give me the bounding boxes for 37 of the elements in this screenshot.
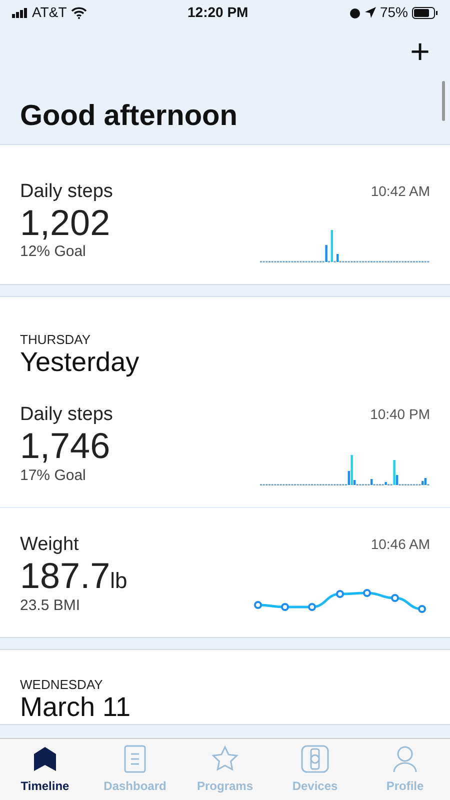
document-icon [124, 745, 146, 773]
entry-title: Weight [20, 534, 80, 558]
entry-subtext: 23.5 BMI [20, 596, 82, 616]
weekday-label: THURSDAY [19, 330, 92, 346]
wifi-icon [70, 6, 87, 18]
status-time: 12:20 PM [188, 3, 248, 22]
entry-time: 10:42 AM [370, 182, 430, 201]
tab-button[interactable]: Dashboard [90, 739, 180, 800]
metric-value: 187.7 [20, 555, 110, 596]
star-icon [211, 745, 239, 773]
battery-percent: 75% [380, 3, 408, 22]
tab-button[interactable]: Timeline [0, 739, 90, 800]
entry-time: 10:46 AM [370, 535, 430, 554]
greeting: Good afternoon [20, 99, 238, 134]
entry-time: 10:40 PM [370, 405, 430, 424]
add-button[interactable]: + [410, 35, 430, 69]
tab-button[interactable]: Profile [360, 739, 450, 800]
unit-label: lb [110, 568, 128, 594]
entry-title: Daily steps [20, 180, 113, 204]
scroll-indicator [442, 81, 445, 121]
entry-value: 1,202 [20, 204, 112, 242]
entry-subtext: 17% Goal [20, 466, 87, 486]
signal-icon [12, 8, 28, 18]
battery-icon [412, 6, 438, 18]
tab-button[interactable]: Devices [270, 739, 360, 800]
weekday-label: WEDNESDAY [19, 676, 104, 692]
day-heading: March 11 [19, 691, 132, 724]
tab-button[interactable]: Programs [180, 739, 270, 800]
entry-value: 1,746 [20, 427, 112, 465]
person-icon [392, 745, 418, 773]
day-heading: Yesterday [19, 346, 140, 378]
location-icon [364, 7, 376, 18]
entry-subtext: 12% Goal [20, 242, 87, 262]
entry-title: Daily steps [20, 404, 113, 428]
carrier-name: AT&T [32, 3, 67, 22]
home-icon [31, 745, 59, 773]
watch-icon [301, 745, 329, 773]
